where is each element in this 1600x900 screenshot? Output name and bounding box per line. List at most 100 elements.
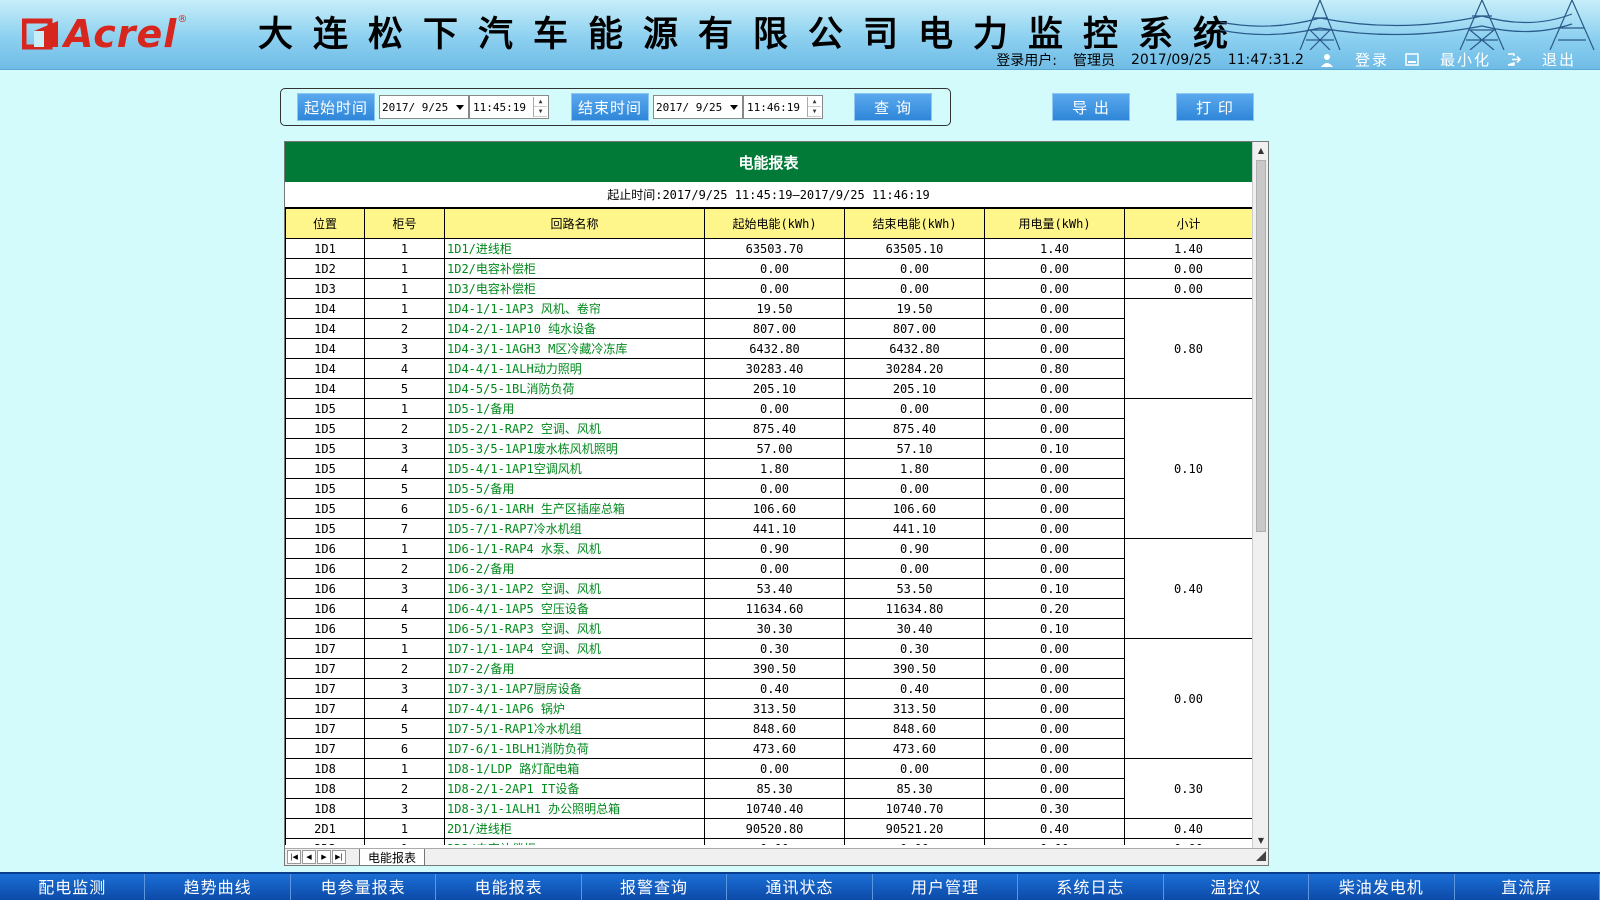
- print-button[interactable]: 打 印: [1176, 93, 1254, 121]
- circuit-name-cell: 1D7-1/1-1AP4 空调、风机: [444, 638, 705, 659]
- nav-item[interactable]: 用户管理: [873, 874, 1019, 900]
- position-cell: 1D4: [285, 338, 365, 359]
- circuit-name-cell: 1D7-4/1-1AP6 锅炉: [444, 698, 705, 719]
- cabinet-cell: 3: [364, 678, 445, 699]
- end-time-label-button[interactable]: 结束时间: [571, 93, 649, 121]
- consumption-cell: 0.10: [984, 438, 1125, 459]
- vertical-scrollbar[interactable]: ▲ ▼: [1252, 142, 1268, 848]
- end-energy-cell: 0.00: [844, 278, 985, 299]
- circuit-name-cell: 1D5-5/备用: [444, 478, 705, 499]
- search-button[interactable]: 查 询: [854, 93, 932, 121]
- circuit-name-cell: 1D8-3/1-1ALH1 办公照明总箱: [444, 798, 705, 819]
- chevron-down-icon[interactable]: [730, 105, 738, 110]
- cabinet-cell: 3: [364, 578, 445, 599]
- position-cell: 2D2: [285, 838, 365, 845]
- subtotal-cell: 0.10: [1124, 398, 1252, 539]
- circuit-name-cell: 1D6-3/1-1AP2 空调、风机: [444, 578, 705, 599]
- spin-up-icon[interactable]: ▲: [808, 97, 821, 107]
- table-row: 1D5 1 1D5-1/备用 0.00 0.00 0.00 0.10: [285, 398, 1252, 539]
- consumption-cell: 0.00: [984, 758, 1125, 779]
- position-cell: 1D5: [285, 478, 365, 499]
- logo-registered-mark: ®: [177, 14, 188, 25]
- nav-item[interactable]: 直流屏: [1455, 874, 1600, 900]
- chevron-down-icon[interactable]: [456, 105, 464, 110]
- table-row: 1D5 7 1D5-7/1-RAP7冷水机组 441.10 441.10 0.00: [285, 518, 1253, 539]
- end-energy-cell: 390.50: [844, 658, 985, 679]
- resize-grip-icon[interactable]: [1256, 851, 1266, 861]
- circuit-name-cell: 1D6-2/备用: [444, 558, 705, 579]
- start-energy-cell: 313.50: [704, 698, 845, 719]
- position-cell: 1D4: [285, 358, 365, 379]
- end-time-spin-buttons[interactable]: ▲ ▼: [807, 97, 821, 117]
- exit-button[interactable]: 退出: [1507, 49, 1576, 69]
- minimize-button[interactable]: 最小化: [1405, 49, 1491, 69]
- spin-down-icon[interactable]: ▼: [534, 107, 547, 117]
- start-time-label-button[interactable]: 起始时间: [297, 93, 375, 121]
- start-energy-cell: 0.40: [704, 678, 845, 699]
- nav-item[interactable]: 通讯状态: [727, 874, 873, 900]
- nav-item[interactable]: 柴油发电机: [1309, 874, 1455, 900]
- start-energy-cell: 85.30: [704, 778, 845, 799]
- table-row: 2D212D2/电容补偿柜0.000.000.000.00: [285, 838, 1252, 845]
- cabinet-cell: 1: [364, 258, 445, 279]
- nav-item[interactable]: 配电监测: [0, 874, 146, 900]
- last-sheet-icon[interactable]: ▶|: [332, 850, 346, 864]
- start-time-spin-buttons[interactable]: ▲ ▼: [533, 97, 547, 117]
- nav-item[interactable]: 趋势曲线: [145, 874, 291, 900]
- end-energy-cell: 0.00: [844, 258, 985, 279]
- table-body: 1D1 1 1D1/进线柜 63503.70 63505.10 1.40 1.40 1D2 1 1…: [285, 238, 1253, 845]
- end-energy-cell: 875.40: [844, 418, 985, 439]
- end-time-spinner[interactable]: 11:46:19 ▲ ▼: [743, 95, 823, 119]
- position-cell: 1D6: [285, 578, 365, 599]
- nav-item[interactable]: 温控仪: [1164, 874, 1310, 900]
- circuit-name-cell: 1D5-3/5-1AP1废水栋风机照明: [444, 438, 705, 459]
- column-header: 结束电能(kWh): [844, 208, 985, 239]
- start-date-picker[interactable]: 2017/ 9/25: [379, 95, 469, 119]
- spin-up-icon[interactable]: ▲: [534, 97, 547, 107]
- spin-down-icon[interactable]: ▼: [808, 107, 821, 117]
- report-title: 电能报表: [285, 142, 1252, 182]
- nav-item[interactable]: 电参量报表: [291, 874, 437, 900]
- consumption-cell: 0.00: [984, 318, 1125, 339]
- export-button[interactable]: 导 出: [1052, 93, 1130, 121]
- position-cell: 1D5: [285, 458, 365, 479]
- scrollbar-thumb[interactable]: [1256, 160, 1266, 532]
- table-row: 1D7 6 1D7-6/1-1BLH1消防负荷 473.60 473.60 0.00: [285, 738, 1253, 759]
- end-energy-cell: 30.40: [844, 618, 985, 639]
- start-energy-cell: 57.00: [704, 438, 845, 459]
- login-button[interactable]: 登录: [1320, 49, 1389, 69]
- table-row: 1D7 3 1D7-3/1-1AP7厨房设备 0.40 0.40 0.00: [285, 678, 1253, 699]
- scroll-up-icon[interactable]: ▲: [1253, 142, 1269, 158]
- next-sheet-icon[interactable]: ▶: [317, 850, 331, 864]
- first-sheet-icon[interactable]: |◀: [287, 850, 301, 864]
- consumption-cell: 0.00: [984, 698, 1125, 719]
- nav-item[interactable]: 报警查询: [582, 874, 728, 900]
- consumption-cell: 0.80: [984, 358, 1125, 379]
- cabinet-cell: 6: [364, 498, 445, 519]
- circuit-name-cell: 1D1/进线柜: [444, 238, 705, 259]
- end-date-picker[interactable]: 2017/ 9/25: [653, 95, 743, 119]
- start-time-spinner[interactable]: 11:45:19 ▲ ▼: [469, 95, 549, 119]
- nav-item[interactable]: 系统日志: [1018, 874, 1164, 900]
- sheet-tab-energy-report[interactable]: 电能报表: [359, 849, 426, 866]
- start-energy-cell: 0.90: [704, 538, 845, 559]
- table-row: 1D5 4 1D5-4/1-1AP1空调风机 1.80 1.80 0.00: [285, 458, 1253, 479]
- circuit-name-cell: 1D8-2/1-2AP1 IT设备: [444, 778, 705, 799]
- table-row: 1D8 3 1D8-3/1-1ALH1 办公照明总箱 10740.40 10740.70…: [285, 798, 1253, 819]
- consumption-cell: 1.40: [984, 238, 1125, 259]
- subtotal-cell: 0.00: [1124, 838, 1252, 845]
- end-energy-cell: 313.50: [844, 698, 985, 719]
- prev-sheet-icon[interactable]: ◀: [302, 850, 316, 864]
- start-energy-cell: 11634.60: [704, 598, 845, 619]
- nav-item[interactable]: 电能报表: [436, 874, 582, 900]
- column-header: 回路名称: [444, 208, 705, 239]
- cabinet-cell: 1: [364, 758, 445, 779]
- start-energy-cell: 10740.40: [704, 798, 845, 819]
- consumption-cell: 0.00: [984, 638, 1125, 659]
- table-row: 1D3 1 1D3/电容补偿柜 0.00 0.00 0.00 0.00: [285, 278, 1252, 299]
- logo-text: Acrel: [64, 12, 178, 56]
- scroll-down-icon[interactable]: ▼: [1253, 832, 1269, 848]
- table-row: 1D6 3 1D6-3/1-1AP2 空调、风机 53.40 53.50 0.10: [285, 578, 1253, 599]
- sheet-tab-bar: |◀ ◀ ▶ ▶| 电能报表: [285, 848, 1268, 866]
- cabinet-cell: 1: [364, 278, 445, 299]
